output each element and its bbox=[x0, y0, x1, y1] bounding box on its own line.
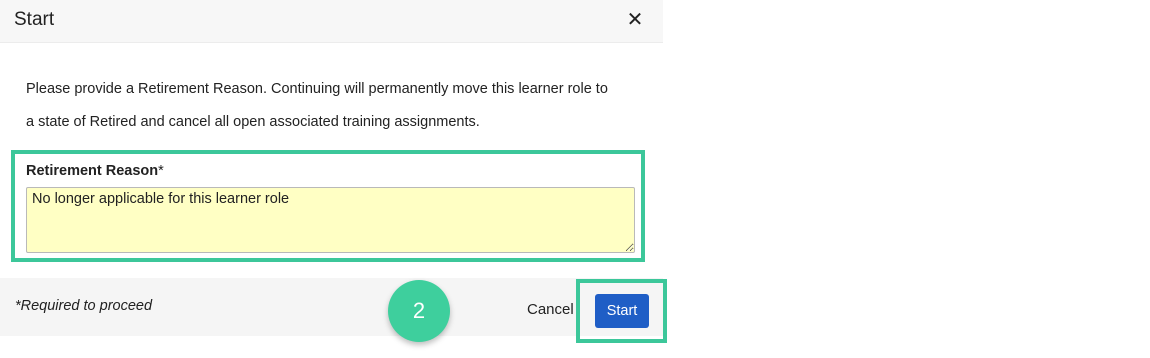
message-line-1: Please provide a Retirement Reason. Cont… bbox=[26, 81, 608, 97]
start-button[interactable]: Start bbox=[595, 294, 649, 328]
retirement-reason-label: Retirement Reason* bbox=[26, 163, 164, 179]
step-number-badge: 2 bbox=[388, 280, 450, 342]
required-note: *Required to proceed bbox=[15, 298, 153, 314]
cancel-button[interactable]: Cancel bbox=[527, 301, 574, 318]
start-dialog: Start ✕ Please provide a Retirement Reas… bbox=[0, 0, 663, 340]
retirement-reason-label-text: Retirement Reason bbox=[26, 163, 159, 179]
required-marker: * bbox=[158, 163, 164, 179]
retirement-reason-field[interactable]: No longer applicable for this learner ro… bbox=[26, 187, 635, 253]
message-line-2: a state of Retired and cancel all open a… bbox=[26, 114, 480, 130]
close-icon[interactable]: ✕ bbox=[624, 9, 646, 31]
dialog-header: Start ✕ bbox=[0, 0, 663, 43]
dialog-message: Please provide a Retirement Reason. Cont… bbox=[26, 73, 646, 139]
dialog-title: Start bbox=[14, 9, 55, 30]
